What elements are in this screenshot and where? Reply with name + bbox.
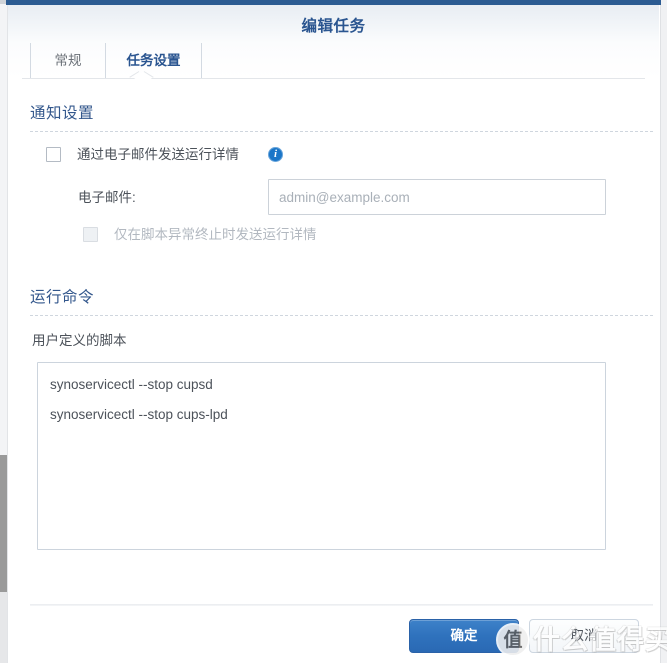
tab-task-settings[interactable]: 任务设置 [106,43,202,78]
dialog-titlebar: 编辑任务 [8,5,659,43]
info-icon[interactable]: i [268,147,283,162]
section-rule-run-command [30,315,653,316]
checkbox-send-email[interactable] [46,147,61,162]
email-input[interactable] [268,179,606,215]
page-title: 编辑任务 [301,18,366,35]
section-rule-notification [30,131,653,132]
window-left-chrome [0,0,7,663]
window-right-chrome [661,0,667,663]
label-user-script: 用户定义的脚本 [32,333,127,348]
active-tab-notch [134,72,152,79]
dialog-content: 通知设置 通过电子邮件发送运行详情 i 电子邮件: 仅在脚本异常终止时发送运行详… [8,79,659,604]
ok-button[interactable]: 确定 [409,619,519,653]
label-email: 电子邮件: [78,190,136,205]
section-title-run-command: 运行命令 [30,289,95,306]
label-abnormal-only: 仅在脚本异常终止时发送运行详情 [114,227,317,242]
dialog-footer: 确定 取消 [8,604,659,663]
label-send-email: 通过电子邮件发送运行详情 [77,147,239,162]
window-right-border [660,4,661,663]
script-textarea[interactable]: synoservicectl --stop cupsd synoservicec… [37,362,606,550]
section-title-notification: 通知设置 [30,105,95,122]
footer-divider [30,604,653,606]
cancel-button[interactable]: 取消 [529,619,639,653]
tabstrip: 常规 任务设置 [8,43,659,78]
tab-general[interactable]: 常规 [30,43,106,78]
checkbox-abnormal-only [83,227,98,242]
edit-task-dialog: 编辑任务 常规 任务设置 通知设置 通过电子邮件发送运行详情 i 电子邮件: 仅… [0,0,667,663]
